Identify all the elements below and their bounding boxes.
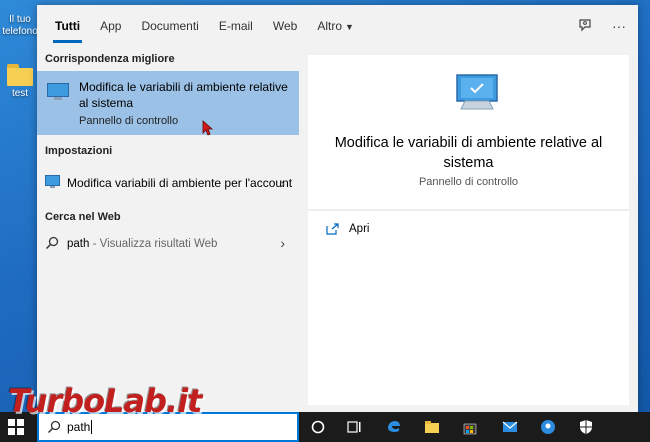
desktop-icon-label: test xyxy=(11,88,29,99)
windows-start-icon[interactable] xyxy=(8,419,24,435)
monitor-icon xyxy=(47,83,69,100)
chevron-down-icon: ▼ xyxy=(345,22,354,32)
web-search-item[interactable]: path - Visualizza risultati Web › xyxy=(37,229,299,259)
chevron-right-icon[interactable]: › xyxy=(280,175,285,191)
edge-icon[interactable] xyxy=(386,419,402,435)
task-view-icon[interactable] xyxy=(346,419,362,435)
cortana-icon[interactable] xyxy=(310,419,326,435)
search-input[interactable]: path xyxy=(37,412,299,442)
divider xyxy=(308,209,629,211)
chevron-right-icon[interactable]: › xyxy=(280,235,285,251)
security-icon[interactable] xyxy=(578,419,594,435)
settings-item-title: Modifica variabili di ambiente per l'acc… xyxy=(67,176,293,190)
settings-header: Impostazioni xyxy=(45,145,113,157)
settings-item[interactable]: Modifica variabili di ambiente per l'acc… xyxy=(37,163,299,203)
best-match-item[interactable]: Modifica le variabili di ambiente relati… xyxy=(37,71,299,135)
results-list: Corrispondenza migliore Modifica le vari… xyxy=(37,47,299,412)
web-suffix: - Visualizza risultati Web xyxy=(89,238,218,250)
tab-apps[interactable]: App xyxy=(90,5,131,47)
tab-more[interactable]: Altro ▼ xyxy=(307,5,364,47)
open-label: Apri xyxy=(349,223,370,235)
tab-documents[interactable]: Documenti xyxy=(131,5,208,47)
search-query: path xyxy=(67,420,91,434)
desktop-icon-phone[interactable]: Il tuo telefono xyxy=(2,14,38,38)
file-explorer-icon[interactable] xyxy=(424,419,440,435)
text-caret xyxy=(91,420,93,434)
web-query: path xyxy=(67,238,90,250)
search-icon xyxy=(47,420,61,434)
search-tabs: Tutti App Documenti E-mail Web Altro ▼ ··… xyxy=(37,5,638,47)
tab-web[interactable]: Web xyxy=(263,5,307,47)
preview-subtitle: Pannello di controllo xyxy=(418,176,519,188)
more-options-button[interactable]: ··· xyxy=(612,18,626,34)
feedback-icon[interactable] xyxy=(578,18,592,35)
top-actions: ··· xyxy=(578,5,626,47)
web-header: Cerca nel Web xyxy=(45,211,121,223)
open-icon xyxy=(326,223,339,235)
tab-all[interactable]: Tutti xyxy=(45,5,90,47)
store-icon[interactable] xyxy=(462,419,478,435)
preview-title: Modifica le variabili di ambiente relati… xyxy=(334,135,603,171)
folder-icon xyxy=(7,64,33,86)
search-panel: Tutti App Documenti E-mail Web Altro ▼ ··… xyxy=(37,5,638,412)
search-icon xyxy=(45,236,59,250)
maps-icon[interactable] xyxy=(540,419,556,435)
open-action[interactable]: Apri xyxy=(326,223,369,235)
monitor-icon xyxy=(456,74,498,110)
desktop-icon-label: Il tuo telefono xyxy=(2,14,38,37)
mouse-cursor-icon xyxy=(202,120,214,136)
best-match-header: Corrispondenza migliore xyxy=(45,53,175,65)
preview-pane: Modifica le variabili di ambiente relati… xyxy=(308,55,629,405)
desktop-icon-folder[interactable]: test xyxy=(2,64,38,100)
mail-icon[interactable] xyxy=(502,419,518,435)
best-match-title: Modifica le variabili di ambiente relati… xyxy=(79,80,288,110)
best-match-subtitle: Pannello di controllo xyxy=(79,115,179,127)
monitor-icon xyxy=(45,175,60,188)
tab-email[interactable]: E-mail xyxy=(209,5,263,47)
